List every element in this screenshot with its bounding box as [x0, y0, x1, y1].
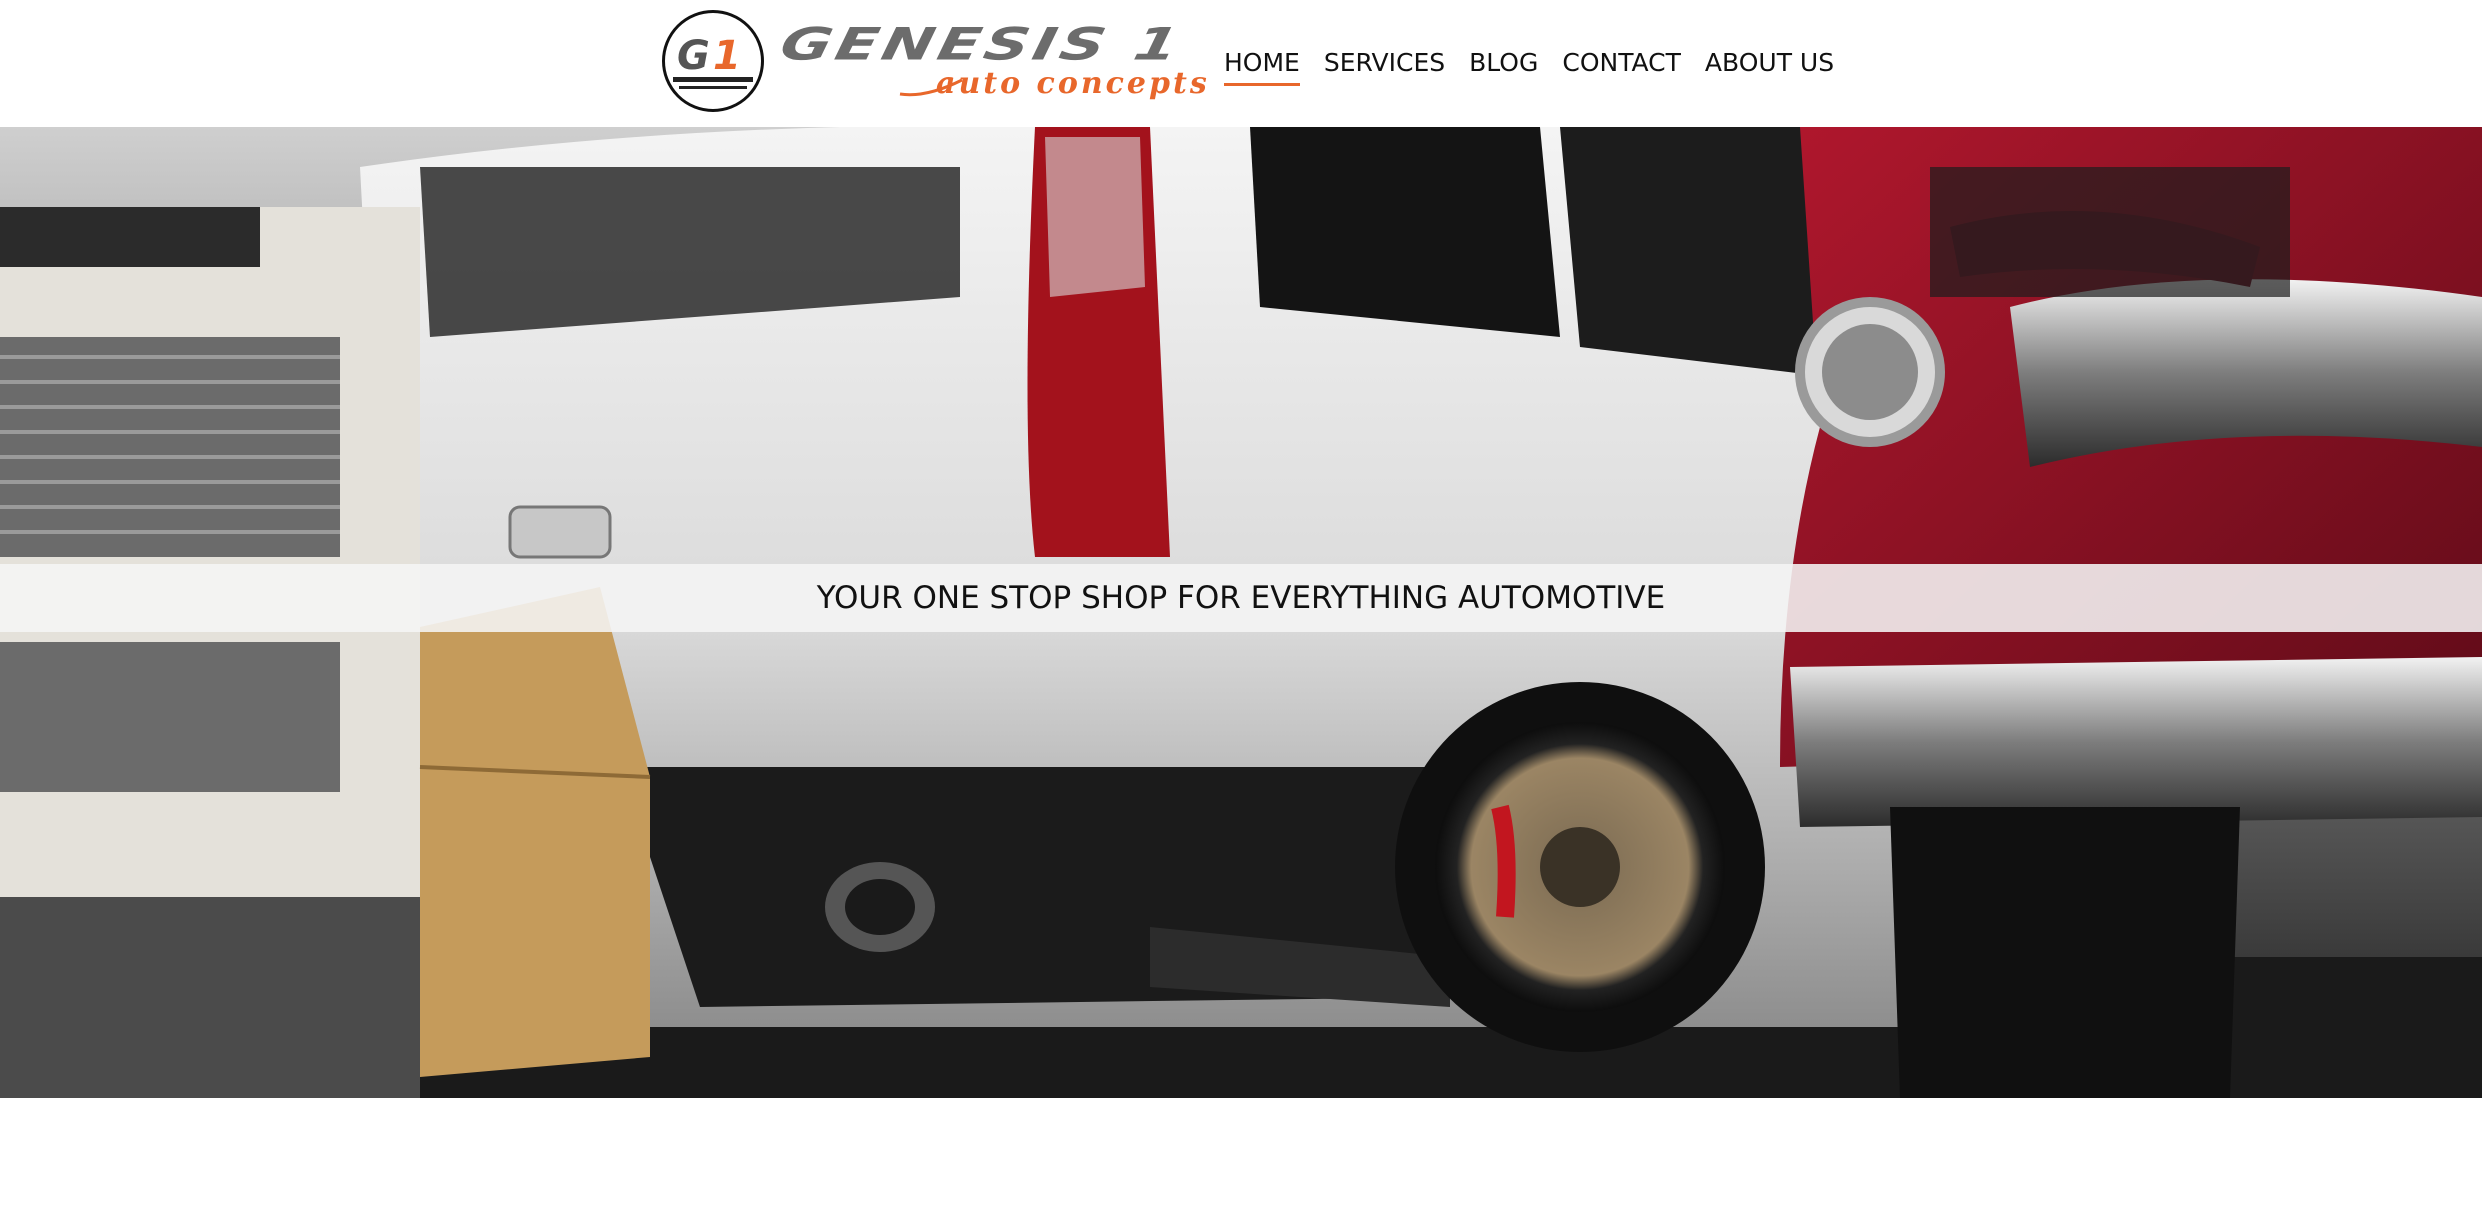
svg-text:G: G: [677, 33, 710, 79]
site-logo[interactable]: G 1 GENESIS 1 auto concepts: [660, 8, 1207, 118]
logo-wordmark: GENESIS 1: [775, 17, 1188, 71]
svg-text:1: 1: [713, 33, 741, 79]
logo-subtitle: auto concepts: [936, 66, 1210, 101]
logo-badge: G 1: [662, 10, 764, 112]
g1-badge-icon: G 1: [673, 33, 753, 89]
hero-banner: YOUR ONE STOP SHOP FOR EVERYTHING AUTOMO…: [0, 127, 2482, 1098]
nav-services[interactable]: SERVICES: [1312, 44, 1457, 84]
nav-blog[interactable]: BLOG: [1457, 44, 1550, 84]
nav-contact[interactable]: CONTACT: [1550, 44, 1693, 84]
site-header: G 1 GENESIS 1 auto concepts HOME SERVICE…: [0, 0, 2482, 127]
tagline-band: YOUR ONE STOP SHOP FOR EVERYTHING AUTOMO…: [0, 564, 2482, 632]
hero-tagline: YOUR ONE STOP SHOP FOR EVERYTHING AUTOMO…: [816, 580, 1666, 616]
nav-home[interactable]: HOME: [1224, 44, 1312, 86]
nav-about-us[interactable]: ABOUT US: [1693, 44, 1846, 84]
main-nav: HOME SERVICES BLOG CONTACT ABOUT US: [1224, 44, 1846, 86]
